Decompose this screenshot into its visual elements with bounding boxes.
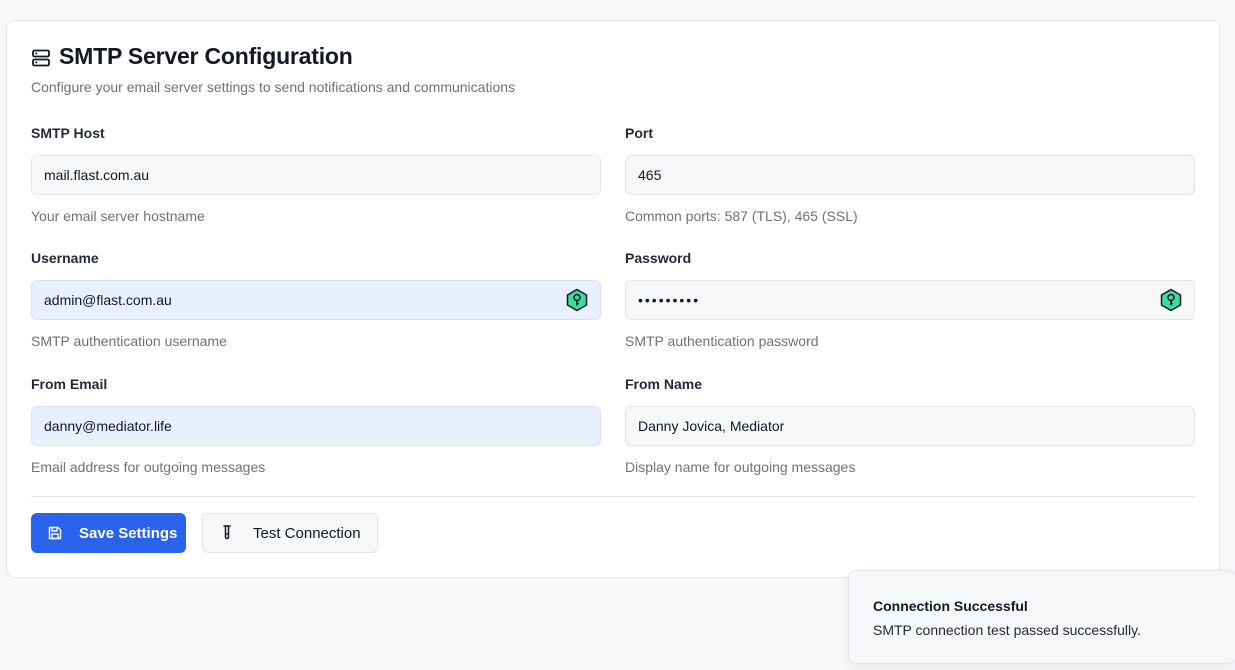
password-value: •••••••••	[638, 292, 701, 308]
from-email-label: From Email	[31, 376, 108, 392]
password-label: Password	[625, 250, 692, 266]
smtp-host-label: SMTP Host	[31, 125, 105, 141]
smtp-config-card: SMTP Server Configuration Configure your…	[6, 20, 1220, 578]
password-manager-key-icon[interactable]	[565, 288, 589, 312]
save-settings-label: Save Settings	[79, 524, 178, 542]
from-name-label: From Name	[625, 376, 703, 392]
toast-notification[interactable]: Connection Successful SMTP connection te…	[848, 570, 1235, 664]
title-row: SMTP Server Configuration	[31, 43, 515, 70]
smtp-host-value: mail.flast.com.au	[44, 167, 150, 183]
port-input[interactable]: 465	[625, 155, 1195, 195]
divider	[31, 496, 1195, 497]
from-name-hint: Display name for outgoing messages	[625, 459, 856, 475]
test-tube-icon	[223, 525, 231, 540]
password-input[interactable]: •••••••••	[625, 280, 1195, 320]
page-title: SMTP Server Configuration	[59, 43, 353, 69]
password-manager-key-icon[interactable]	[1159, 288, 1183, 312]
username-field: Username admin@flast.com.au SMTP authent…	[31, 249, 601, 350]
port-hint: Common ports: 587 (TLS), 465 (SSL)	[625, 208, 858, 224]
save-settings-button[interactable]: Save Settings	[31, 513, 186, 553]
port-value: 465	[638, 167, 662, 183]
from-email-input[interactable]: danny@mediator.life	[31, 406, 601, 446]
from-email-field: From Email danny@mediator.life Email add…	[31, 375, 601, 476]
smtp-host-hint: Your email server hostname	[31, 208, 205, 224]
smtp-host-input[interactable]: mail.flast.com.au	[31, 155, 601, 195]
smtp-host-field: SMTP Host mail.flast.com.au Your email s…	[31, 124, 601, 225]
username-input[interactable]: admin@flast.com.au	[31, 280, 601, 320]
from-name-input[interactable]: Danny Jovica, Mediator	[625, 406, 1195, 446]
port-field: Port 465 Common ports: 587 (TLS), 465 (S…	[625, 124, 1195, 225]
toast-message: SMTP connection test passed successfully…	[873, 622, 1141, 638]
username-value: admin@flast.com.au	[44, 292, 172, 308]
test-connection-button[interactable]: Test Connection	[202, 513, 378, 553]
page-subtitle: Configure your email server settings to …	[31, 79, 516, 95]
from-name-field: From Name Danny Jovica, Mediator Display…	[625, 375, 1195, 476]
password-field: Password ••••••••• SMTP authentication p…	[625, 249, 1195, 350]
username-label: Username	[31, 250, 99, 266]
from-email-hint: Email address for outgoing messages	[31, 459, 266, 475]
password-hint: SMTP authentication password	[625, 333, 819, 349]
from-name-value: Danny Jovica, Mediator	[638, 418, 785, 434]
username-hint: SMTP authentication username	[31, 333, 227, 349]
server-icon	[32, 49, 50, 66]
toast-title: Connection Successful	[873, 598, 1028, 614]
port-label: Port	[625, 125, 653, 141]
save-icon	[48, 526, 62, 540]
from-email-value: danny@mediator.life	[44, 418, 172, 434]
test-connection-label: Test Connection	[253, 524, 361, 542]
card-header: SMTP Server Configuration Configure your…	[31, 43, 515, 95]
